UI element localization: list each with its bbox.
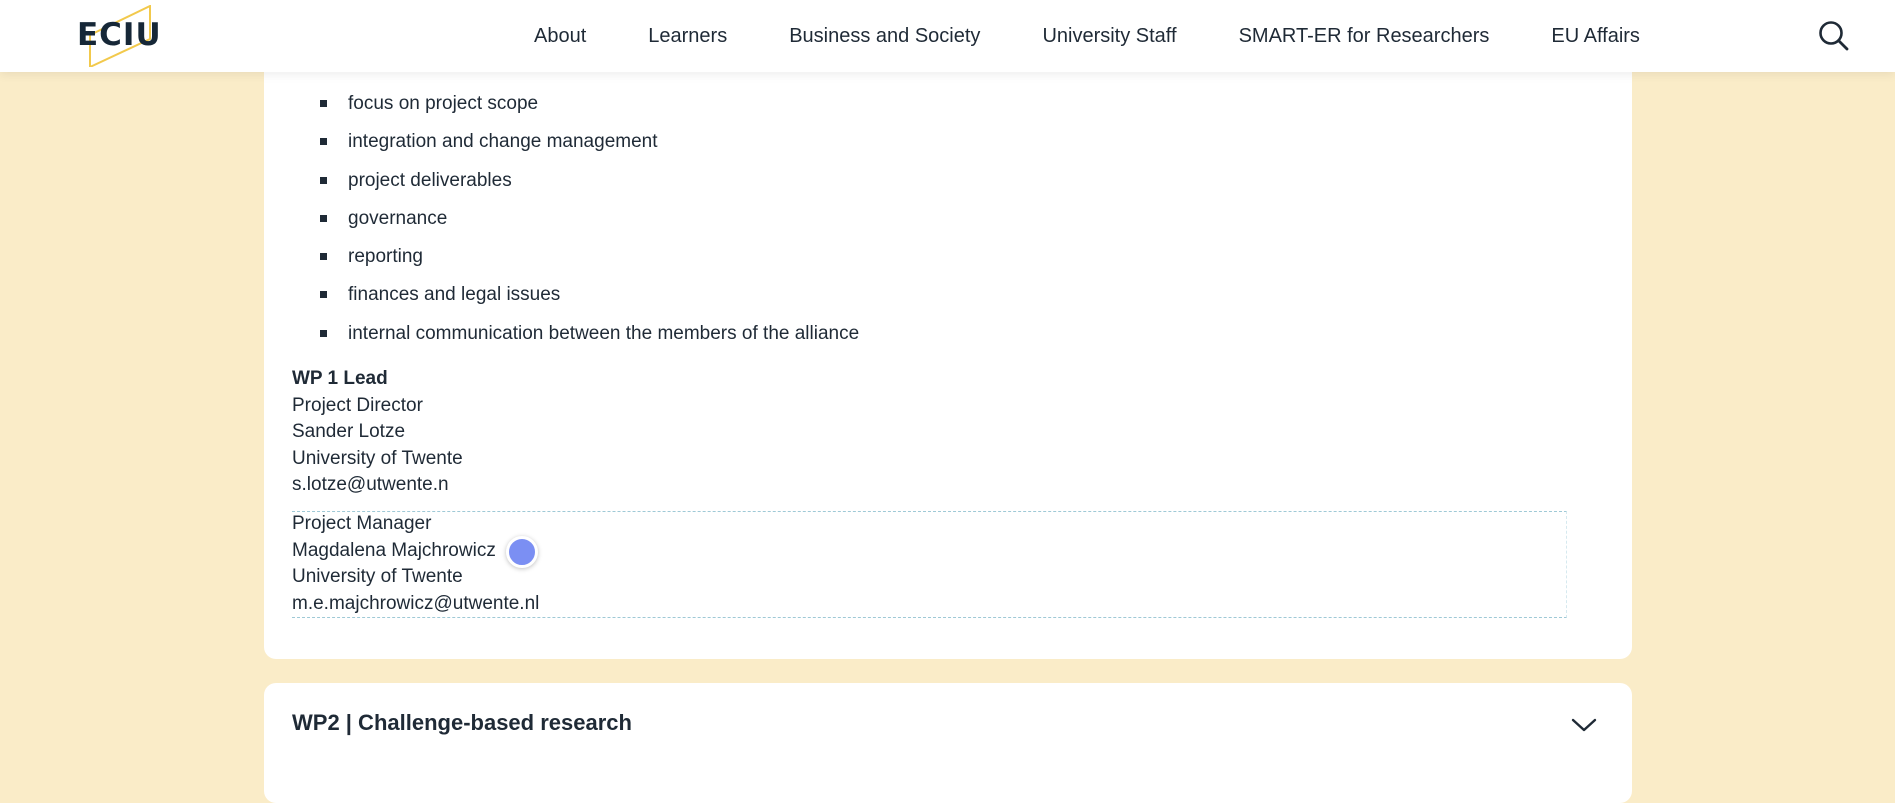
wp2-accordion-panel[interactable]: WP2 | Challenge-based research [264,683,1632,803]
main-nav: About Learners Business and Society Univ… [534,0,1640,72]
contact-name: Sander Lotze [292,421,406,442]
list-item: internal communication between the membe… [320,315,859,353]
expand-button[interactable] [1570,715,1598,735]
wp2-title[interactable]: WP2 | Challenge-based research [292,710,632,736]
cursor-indicator [506,536,538,568]
contact-role: Project Director [292,394,423,416]
nav-item-eu-affairs[interactable]: EU Affairs [1551,25,1640,48]
list-item: project deliverables [320,162,859,200]
chevron-down-icon [1571,718,1597,732]
list-item: focus on project scope [320,85,859,123]
list-item: integration and change management [320,123,859,161]
wp1-lead-heading: WP 1 Lead [292,368,388,389]
site-header: ECIU About Learners Business and Society… [0,0,1895,72]
nav-item-smart-er-for-researchers[interactable]: SMART-ER for Researchers [1239,25,1490,48]
wp1-manager-contact: Project Manager Magdalena Majchrowicz Un… [292,511,539,617]
contact-name: Magdalena Majchrowicz [292,539,496,561]
logo-text: ECIU [77,17,162,53]
wp1-task-list: focus on project scope integration and c… [320,85,859,353]
eciu-logo[interactable]: ECIU [76,5,168,67]
contact-organization: University of Twente [292,447,463,469]
contact-role: Project Manager [292,513,432,534]
list-item: reporting [320,238,859,276]
nav-item-business-and-society[interactable]: Business and Society [789,25,980,48]
wp1-lead-contact: WP 1 Lead Project Director Sander Lotze … [292,366,463,499]
search-button[interactable] [1817,19,1851,53]
nav-item-university-staff[interactable]: University Staff [1042,25,1176,48]
list-item: finances and legal issues [320,276,859,314]
contact-email: m.e.majchrowicz@utwente.nl [292,592,540,614]
nav-item-about[interactable]: About [534,25,586,48]
contact-email: s.lotze@utwente.n [292,474,449,495]
list-item: governance [320,200,859,238]
nav-item-learners[interactable]: Learners [648,25,727,48]
wp1-accordion-panel: focus on project scope integration and c… [264,40,1632,659]
search-icon [1819,21,1849,51]
contact-organization: University of Twente [292,566,463,587]
